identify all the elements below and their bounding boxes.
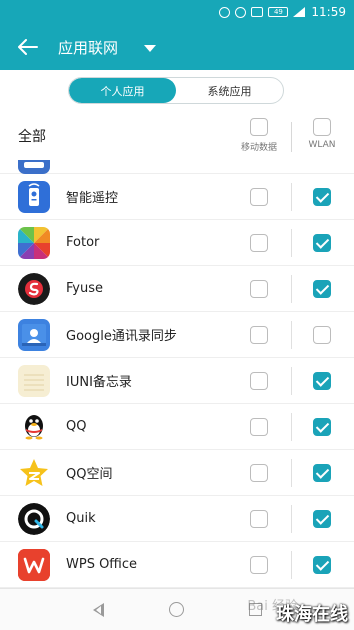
wlan-checkbox[interactable]: [313, 187, 331, 206]
mobile-data-checkbox[interactable]: [250, 463, 268, 482]
list-item[interactable]: QQ: [0, 404, 354, 450]
app-list: 智能遥控 Fotor Fyuse Google通讯录同步 IUNI备忘录 QQ …: [0, 160, 354, 588]
row-divider: [291, 459, 292, 487]
page-title: 应用联网: [58, 38, 119, 57]
wlan-label: WLAN: [308, 140, 336, 150]
row-divider: [291, 551, 292, 579]
app-name: WPS Office: [66, 557, 138, 572]
app-name: Quik: [66, 511, 96, 526]
mobile-data-checkbox[interactable]: [250, 417, 268, 436]
app-bar: 应用联网: [0, 24, 354, 70]
mobile-data-checkbox[interactable]: [250, 187, 268, 206]
quik-icon: [18, 502, 50, 535]
app-name: IUNI备忘录: [66, 375, 132, 390]
list-item[interactable]: Fyuse: [0, 266, 354, 312]
list-item[interactable]: QQ空间: [0, 450, 354, 496]
app-name: Fotor: [66, 235, 100, 250]
fotor-icon: [18, 226, 50, 259]
partial-app-icon: [18, 160, 50, 174]
mobile-data-column-header: 移动数据: [229, 118, 289, 153]
row-divider: [291, 183, 292, 211]
list-item: [0, 160, 354, 174]
row-divider: [291, 413, 292, 441]
app-name: Google通讯录同步: [66, 329, 177, 344]
wlan-checkbox[interactable]: [313, 463, 331, 482]
wlan-checkbox[interactable]: [313, 233, 331, 252]
app-name: QQ空间: [66, 467, 113, 482]
status-bar: 49 11:59: [0, 0, 354, 24]
mobile-data-checkbox[interactable]: [250, 279, 268, 298]
mobile-data-checkbox[interactable]: [250, 325, 268, 344]
app-type-tabs: 个人应用 系统应用: [68, 77, 284, 104]
back-arrow-icon: [18, 39, 38, 55]
wlan-checkbox[interactable]: [313, 325, 331, 344]
vibrate-icon: [251, 7, 264, 17]
fyuse-icon: [18, 272, 50, 305]
row-divider: [291, 367, 292, 395]
alarm-icon: [235, 6, 247, 18]
list-item[interactable]: IUNI备忘录: [0, 358, 354, 404]
app-name: 智能遥控: [66, 191, 119, 206]
column-divider: [291, 122, 292, 152]
mobile-data-label: 移动数据: [240, 143, 277, 153]
nav-back-icon[interactable]: [92, 602, 104, 617]
signal-icon: [293, 7, 306, 17]
list-item[interactable]: WPS Office: [0, 542, 354, 588]
wlan-column-header: WLAN: [292, 118, 352, 150]
wlan-checkbox[interactable]: [313, 417, 331, 436]
mobile-data-checkbox[interactable]: [250, 233, 268, 252]
row-divider: [291, 321, 292, 349]
mobile-data-checkbox[interactable]: [250, 509, 268, 528]
mobile-data-checkbox[interactable]: [250, 555, 268, 574]
list-header: 全部 移动数据 WLAN: [0, 112, 354, 160]
list-item[interactable]: Google通讯录同步: [0, 312, 354, 358]
wlan-checkbox[interactable]: [313, 555, 331, 574]
row-divider: [291, 275, 292, 303]
list-item[interactable]: Fotor: [0, 220, 354, 266]
wlan-checkbox[interactable]: [313, 371, 331, 390]
battery-level: 49: [273, 7, 283, 16]
all-wlan-checkbox[interactable]: [313, 118, 331, 136]
app-name: QQ: [66, 419, 87, 434]
remote-control-icon: [18, 180, 50, 213]
list-item[interactable]: Quik: [0, 496, 354, 542]
qq-penguin-icon: [18, 411, 50, 443]
wps-office-icon: [18, 548, 50, 581]
nav-home-icon[interactable]: [168, 602, 184, 617]
all-mobile-data-checkbox[interactable]: [250, 118, 268, 136]
notepad-icon: [18, 364, 50, 397]
qzone-star-icon: [18, 457, 50, 489]
tab-personal-apps[interactable]: 个人应用: [69, 78, 176, 103]
mobile-data-checkbox[interactable]: [250, 371, 268, 390]
row-divider: [291, 505, 292, 533]
status-time: 11:59: [311, 5, 346, 19]
back-button[interactable]: [6, 24, 50, 70]
tab-system-apps[interactable]: 系统应用: [176, 78, 283, 103]
sync-icon: [219, 6, 231, 18]
list-item[interactable]: 智能遥控: [0, 174, 354, 220]
wlan-checkbox[interactable]: [313, 279, 331, 298]
battery-icon: 49: [268, 7, 289, 17]
status-icons: 49: [219, 6, 306, 18]
row-divider: [291, 229, 292, 257]
dropdown-arrow-icon[interactable]: [144, 44, 157, 52]
site-watermark: 珠海在线: [276, 604, 348, 625]
all-label: 全部: [18, 129, 46, 145]
wlan-checkbox[interactable]: [313, 509, 331, 528]
app-name: Fyuse: [66, 281, 103, 296]
google-contacts-icon: [18, 318, 50, 351]
